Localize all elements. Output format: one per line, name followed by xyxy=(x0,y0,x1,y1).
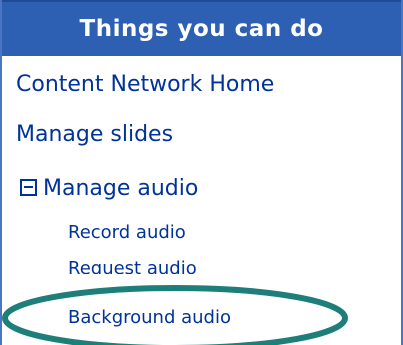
request-audio-link[interactable]: Request audio xyxy=(68,258,197,274)
manage-audio-label: Manage audio xyxy=(43,176,199,201)
things-you-can-do-panel: Things you can do Content Network Home M… xyxy=(0,0,403,345)
panel-header: Things you can do xyxy=(2,0,401,56)
request-audio-label: Request audio xyxy=(68,258,197,274)
manage-slides-link[interactable]: Manage slides xyxy=(16,122,173,147)
panel-title: Things you can do xyxy=(79,16,324,42)
collapse-square-minus-icon[interactable] xyxy=(20,178,37,196)
background-audio-link[interactable]: Background audio xyxy=(68,307,231,328)
content-network-home-link[interactable]: Content Network Home xyxy=(16,72,274,97)
record-audio-link[interactable]: Record audio xyxy=(68,222,186,243)
manage-audio-item[interactable]: Manage audio xyxy=(20,176,198,201)
